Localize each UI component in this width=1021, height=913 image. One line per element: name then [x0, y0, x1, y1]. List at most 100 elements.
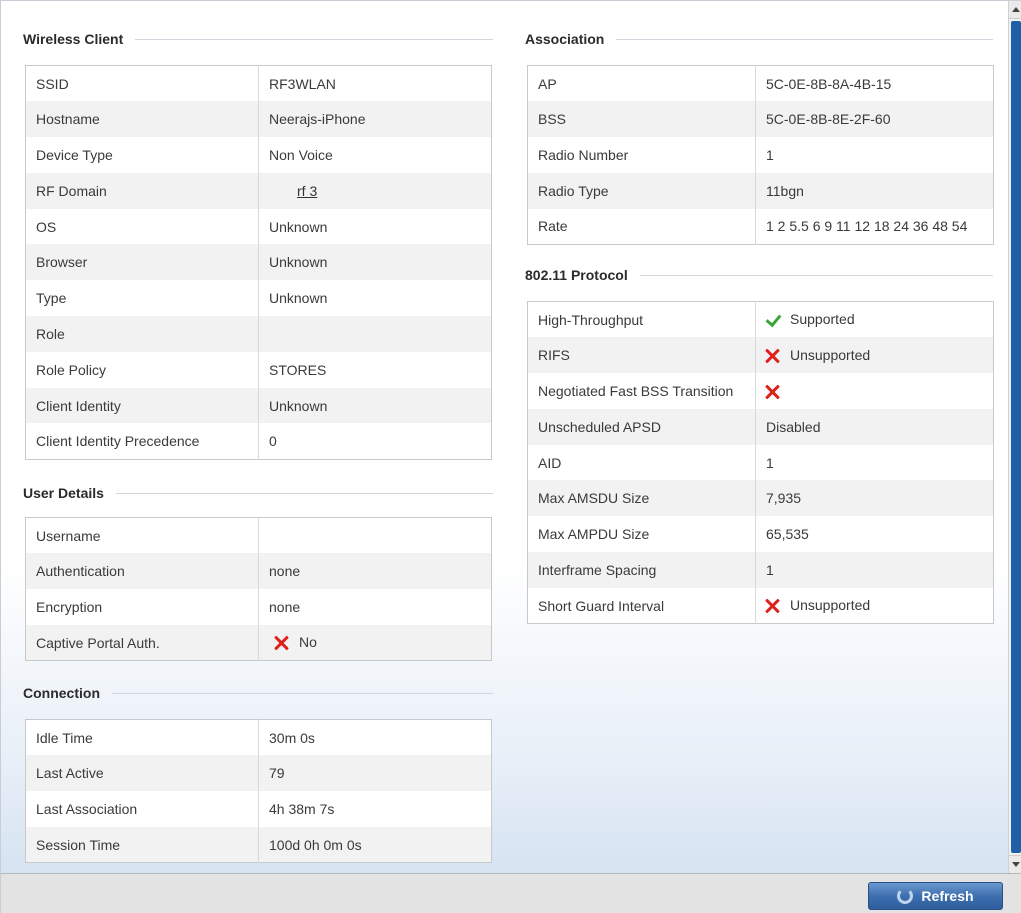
table-row: Idle Time 30m 0s [25, 719, 492, 756]
table-row: Session Time 100d 0h 0m 0s [25, 826, 492, 863]
row-label: Client Identity [25, 387, 259, 424]
row-value: Unknown [258, 208, 492, 245]
table-row: Role Policy STORES [25, 351, 492, 388]
connection-table: Idle Time 30m 0s Last Active 79 Last Assoc… [25, 719, 492, 864]
table-row: Device Type Non Voice [25, 137, 492, 173]
row-label: OS [25, 208, 259, 245]
row-value: 1 2 5.5 6 9 11 12 18 24 36 48 54 [755, 208, 994, 245]
x-icon [764, 598, 780, 614]
row-value-cell: Unsupported [755, 587, 994, 624]
table-row: AP 5C-0E-8B-8A-4B-15 [527, 65, 994, 102]
table-row: SSID RF3WLAN [25, 65, 492, 102]
table-row: BSS 5C-0E-8B-8E-2F-60 [527, 101, 994, 138]
rf-domain-link[interactable]: rf 3 [297, 183, 317, 199]
row-value-cell [755, 373, 994, 409]
scroll-thumb[interactable] [1011, 21, 1021, 853]
table-row: Authentication none [25, 553, 492, 590]
row-value: 4h 38m 7s [258, 791, 492, 827]
row-value: Supported [790, 311, 855, 327]
row-value: 11bgn [755, 172, 994, 209]
association-title: Association [525, 31, 605, 47]
row-label: BSS [527, 101, 756, 138]
row-label: AP [527, 65, 756, 102]
row-label: Last Association [25, 791, 259, 827]
x-icon [273, 635, 289, 651]
table-row: Last Association 4h 38m 7s [25, 791, 492, 827]
row-value: 5C-0E-8B-8E-2F-60 [755, 101, 994, 138]
client-details-panel: Wireless Client SSID RF3WLAN Hostname Neer… [0, 0, 1021, 913]
row-value: 1 [755, 444, 994, 481]
scroll-up-button[interactable] [1009, 1, 1021, 19]
row-label: Browser [25, 244, 259, 281]
row-value [258, 316, 492, 352]
table-row: Negotiated Fast BSS Transition [527, 373, 994, 409]
scroll-down-button[interactable] [1009, 855, 1021, 873]
table-row: Encryption none [25, 589, 492, 625]
row-label: Captive Portal Auth. [25, 624, 259, 661]
protocol-table: High-Throughput Supported RIFS Unsupported… [527, 301, 994, 625]
table-row: RIFS Unsupported [527, 337, 994, 374]
table-row: Hostname Neerajs-iPhone [25, 101, 492, 138]
row-label: Short Guard Interval [527, 587, 756, 624]
table-row: Radio Number 1 [527, 137, 994, 173]
table-row: Max AMPDU Size 65,535 [527, 516, 994, 553]
row-label: Radio Type [527, 172, 756, 209]
row-label: Radio Number [527, 137, 756, 173]
table-row: Browser Unknown [25, 244, 492, 281]
row-value: Neerajs-iPhone [258, 101, 492, 138]
table-row: High-Throughput Supported [527, 301, 994, 338]
row-label: Session Time [25, 826, 259, 863]
row-value: 1 [755, 552, 994, 588]
section-divider [616, 38, 993, 40]
row-value: No [299, 633, 317, 650]
table-row: Client Identity Precedence 0 [25, 423, 492, 460]
row-value: 5C-0E-8B-8A-4B-15 [755, 65, 994, 102]
section-divider [115, 492, 493, 494]
table-row: OS Unknown [25, 208, 492, 245]
table-row: Last Active 79 [25, 755, 492, 792]
table-row: Username [25, 517, 492, 554]
row-label: Username [25, 517, 259, 554]
table-row: Interframe Spacing 1 [527, 552, 994, 588]
row-value: 30m 0s [258, 719, 492, 756]
row-value: Unknown [258, 280, 492, 317]
row-label: RF Domain [25, 172, 259, 209]
row-label: Interframe Spacing [527, 552, 756, 588]
association-section-title: Association [525, 30, 993, 48]
table-row: Max AMSDU Size 7,935 [527, 480, 994, 517]
table-row: Captive Portal Auth. No [25, 624, 492, 661]
row-label: Idle Time [25, 719, 259, 756]
x-icon [764, 348, 780, 364]
row-value: 1 [755, 137, 994, 173]
row-label: Max AMSDU Size [527, 480, 756, 517]
vertical-scrollbar[interactable] [1008, 1, 1021, 873]
protocol-title: 802.11 Protocol [525, 267, 628, 283]
row-value: Unknown [258, 244, 492, 281]
row-label: AID [527, 444, 756, 481]
row-label: Hostname [25, 101, 259, 138]
row-label: Role Policy [25, 351, 259, 388]
check-icon [764, 312, 780, 328]
refresh-button[interactable]: Refresh [868, 882, 1003, 910]
row-value: 65,535 [755, 516, 994, 553]
row-label: Unscheduled APSD [527, 408, 756, 445]
row-label: RIFS [527, 337, 756, 374]
row-label: Negotiated Fast BSS Transition [527, 373, 756, 409]
connection-section-title: Connection [23, 684, 493, 702]
footer-bar: Refresh [1, 873, 1021, 913]
wireless-client-title: Wireless Client [23, 31, 124, 47]
table-row: Type Unknown [25, 280, 492, 317]
table-row: Radio Type 11bgn [527, 172, 994, 209]
row-value: RF3WLAN [258, 65, 492, 102]
row-label: High-Throughput [527, 301, 756, 338]
table-row: Rate 1 2 5.5 6 9 11 12 18 24 36 48 54 [527, 208, 994, 245]
row-label: SSID [25, 65, 259, 102]
row-value: 0 [258, 423, 492, 460]
row-value: 100d 0h 0m 0s [258, 826, 492, 863]
row-value: Non Voice [258, 137, 492, 173]
wireless-client-table: SSID RF3WLAN Hostname Neerajs-iPhone Devic… [25, 65, 492, 460]
protocol-section-title: 802.11 Protocol [525, 266, 993, 284]
row-value-cell: No [258, 624, 492, 661]
row-value-cell: Supported [755, 301, 994, 338]
row-label: Role [25, 316, 259, 352]
